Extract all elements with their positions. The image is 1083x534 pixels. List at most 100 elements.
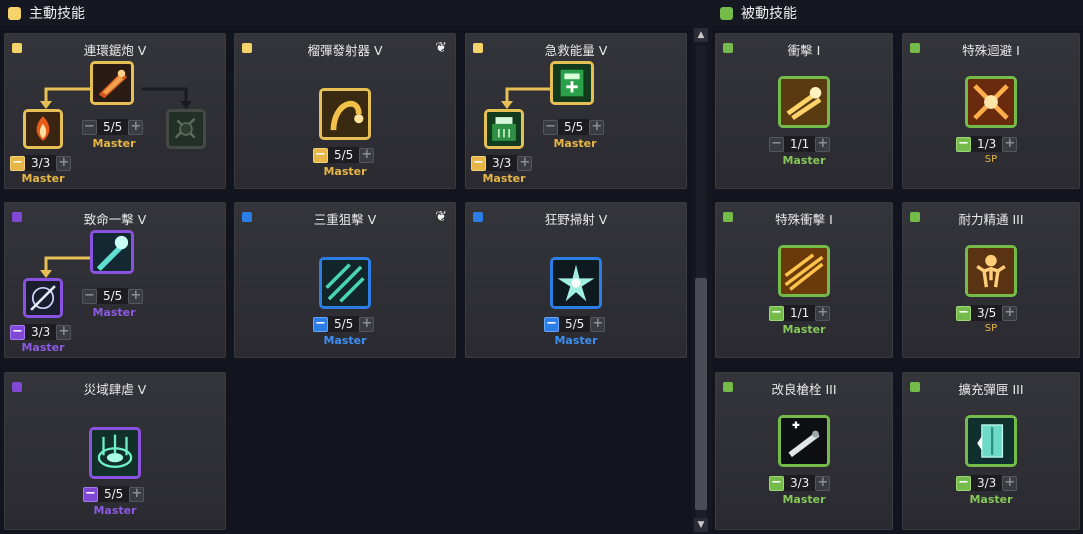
increase-button[interactable]: + [128,119,144,135]
decrease-button[interactable]: − [10,324,25,340]
increase-button[interactable]: + [1002,475,1018,491]
skills-scrollbar[interactable]: ▲ ▼ [693,28,709,534]
passive-skills-header: 被動技能 [720,0,797,26]
level-stepper: − 5/5 + [544,316,606,332]
special-evade-icon[interactable] [965,76,1017,128]
special-impact-icon[interactable] [778,245,830,297]
increase-button[interactable]: + [1002,136,1018,152]
stamina-mastery-icon[interactable] [965,245,1017,297]
emergency-energy-icon[interactable] [550,61,594,105]
skill-title: 三重狙擊 V [313,212,377,227]
scroll-down-button[interactable]: ▼ [694,518,708,532]
skill-card-special-evade[interactable]: 特殊迴避 I − 1/3 + SP [901,32,1081,190]
improved-bolt-icon[interactable] [778,415,830,467]
fatal-strike-icon[interactable] [90,230,134,274]
flame-shot-icon[interactable] [23,109,63,149]
skill-card-impact[interactable]: 衝擊 I − 1/1 + Master [714,32,894,190]
level-value: 5/5 [328,147,360,163]
skill-card-triple-snipe[interactable]: 三重狙擊 V ❦ − 5/5 + Master [233,201,457,359]
skill-title: 連環鋸炮 V [83,43,147,58]
extended-magazine-icon[interactable] [965,415,1017,467]
increase-button[interactable]: + [589,119,605,135]
decrease-button[interactable]: − [313,316,328,332]
increase-button[interactable]: + [815,136,831,152]
skill-card-extended-magazine[interactable]: 擴充彈匣 III − 3/3 + Master [901,371,1081,531]
increase-button[interactable]: + [590,316,606,332]
triple-snipe-icon[interactable] [319,257,371,309]
master-label: Master [323,334,367,347]
skill-card-grenade-launcher[interactable]: 榴彈發射器 V ❦ − 5/5 + Master [233,32,457,190]
skill-title: 災域肆虐 V [83,382,147,397]
skill-title: 改良槍栓 III [771,382,837,397]
chain-saw-cannon-icon[interactable] [90,61,134,105]
wild-strafe-icon[interactable] [550,257,602,309]
decrease-button[interactable]: − [956,136,971,152]
decrease-button[interactable]: − [10,155,25,171]
level-value: 5/5 [559,316,591,332]
grenade-launcher-icon[interactable] [319,88,371,140]
level-value: 5/5 [328,316,360,332]
skill-title: 特殊迴避 I [962,43,1020,58]
level-stepper: − 1/3 + [956,136,1018,152]
skill-card-chain-saw-cannon[interactable]: 連環鋸炮 V − 5/5 + Master − 3/3 + Master [3,32,227,190]
supply-pack-icon[interactable] [484,109,524,149]
scroll-up-button[interactable]: ▲ [694,28,708,42]
decrease-button[interactable]: − [82,288,97,304]
level-value: 3/3 [486,155,518,171]
decrease-button[interactable]: − [543,119,558,135]
level-stepper: − 3/3 + [956,475,1018,491]
piercing-shot-icon[interactable] [23,278,63,318]
master-label: Master [553,137,597,150]
skill-title: 衝擊 I [787,43,821,58]
level-value: 1/1 [784,305,816,321]
level-value: 3/5 [971,305,1003,321]
skill-card-special-impact[interactable]: 特殊衝擊 I − 1/1 + Master [714,201,894,359]
level-value: 5/5 [97,288,129,304]
increase-button[interactable]: + [1002,305,1018,321]
disaster-zone-icon[interactable] [89,427,141,479]
increase-button[interactable]: + [517,155,533,171]
level-value: 1/3 [971,136,1003,152]
increase-button[interactable]: + [815,305,831,321]
locked-skill-icon[interactable] [166,109,206,149]
master-label: Master [93,504,137,517]
decrease-button[interactable]: − [471,155,486,171]
feather-icon: ❦ [435,209,447,225]
decrease-button[interactable]: − [956,475,971,491]
level-stepper: − 1/1 + [769,136,831,152]
decrease-button[interactable]: − [544,316,559,332]
level-value: 3/3 [971,475,1003,491]
increase-button[interactable]: + [56,155,72,171]
level-value: 3/3 [784,475,816,491]
decrease-button[interactable]: − [769,305,784,321]
level-stepper: − 1/1 + [769,305,831,321]
decrease-button[interactable]: − [769,475,784,491]
skill-card-disaster-zone[interactable]: 災域肆虐 V − 5/5 + Master [3,371,227,531]
decrease-button[interactable]: − [769,136,784,152]
sub-level-stepper: − 3/3 + [471,155,533,171]
scroll-thumb[interactable] [695,278,707,510]
increase-button[interactable]: + [359,316,375,332]
increase-button[interactable]: + [56,324,72,340]
skill-card-improved-bolt[interactable]: 改良槍栓 III − 3/3 + Master [714,371,894,531]
increase-button[interactable]: + [815,475,831,491]
decrease-button[interactable]: − [313,147,328,163]
decrease-button[interactable]: − [82,119,97,135]
increase-button[interactable]: + [129,486,145,502]
increase-button[interactable]: + [359,147,375,163]
active-skills-title: 主動技能 [29,6,85,22]
skill-card-fatal-strike[interactable]: 致命一擊 V − 5/5 + Master − 3/3 + Master [3,201,227,359]
skill-title: 致命一擊 V [83,212,147,227]
skill-card-stamina-mastery[interactable]: 耐力精通 III − 3/5 + SP [901,201,1081,359]
level-value: 3/3 [25,155,57,171]
skill-card-emergency-energy[interactable]: 急救能量 V − 5/5 + Master − 3/3 + Master [464,32,688,190]
skill-card-wild-strafe[interactable]: 狂野掃射 V − 5/5 + Master [464,201,688,359]
decrease-button[interactable]: − [956,305,971,321]
skill-title: 狂野掃射 V [544,212,608,227]
impact-icon[interactable] [778,76,830,128]
master-label: Master [969,493,1013,506]
level-stepper: − 3/3 + [769,475,831,491]
decrease-button[interactable]: − [83,486,98,502]
increase-button[interactable]: + [128,288,144,304]
level-stepper: − 5/5 + [313,147,375,163]
